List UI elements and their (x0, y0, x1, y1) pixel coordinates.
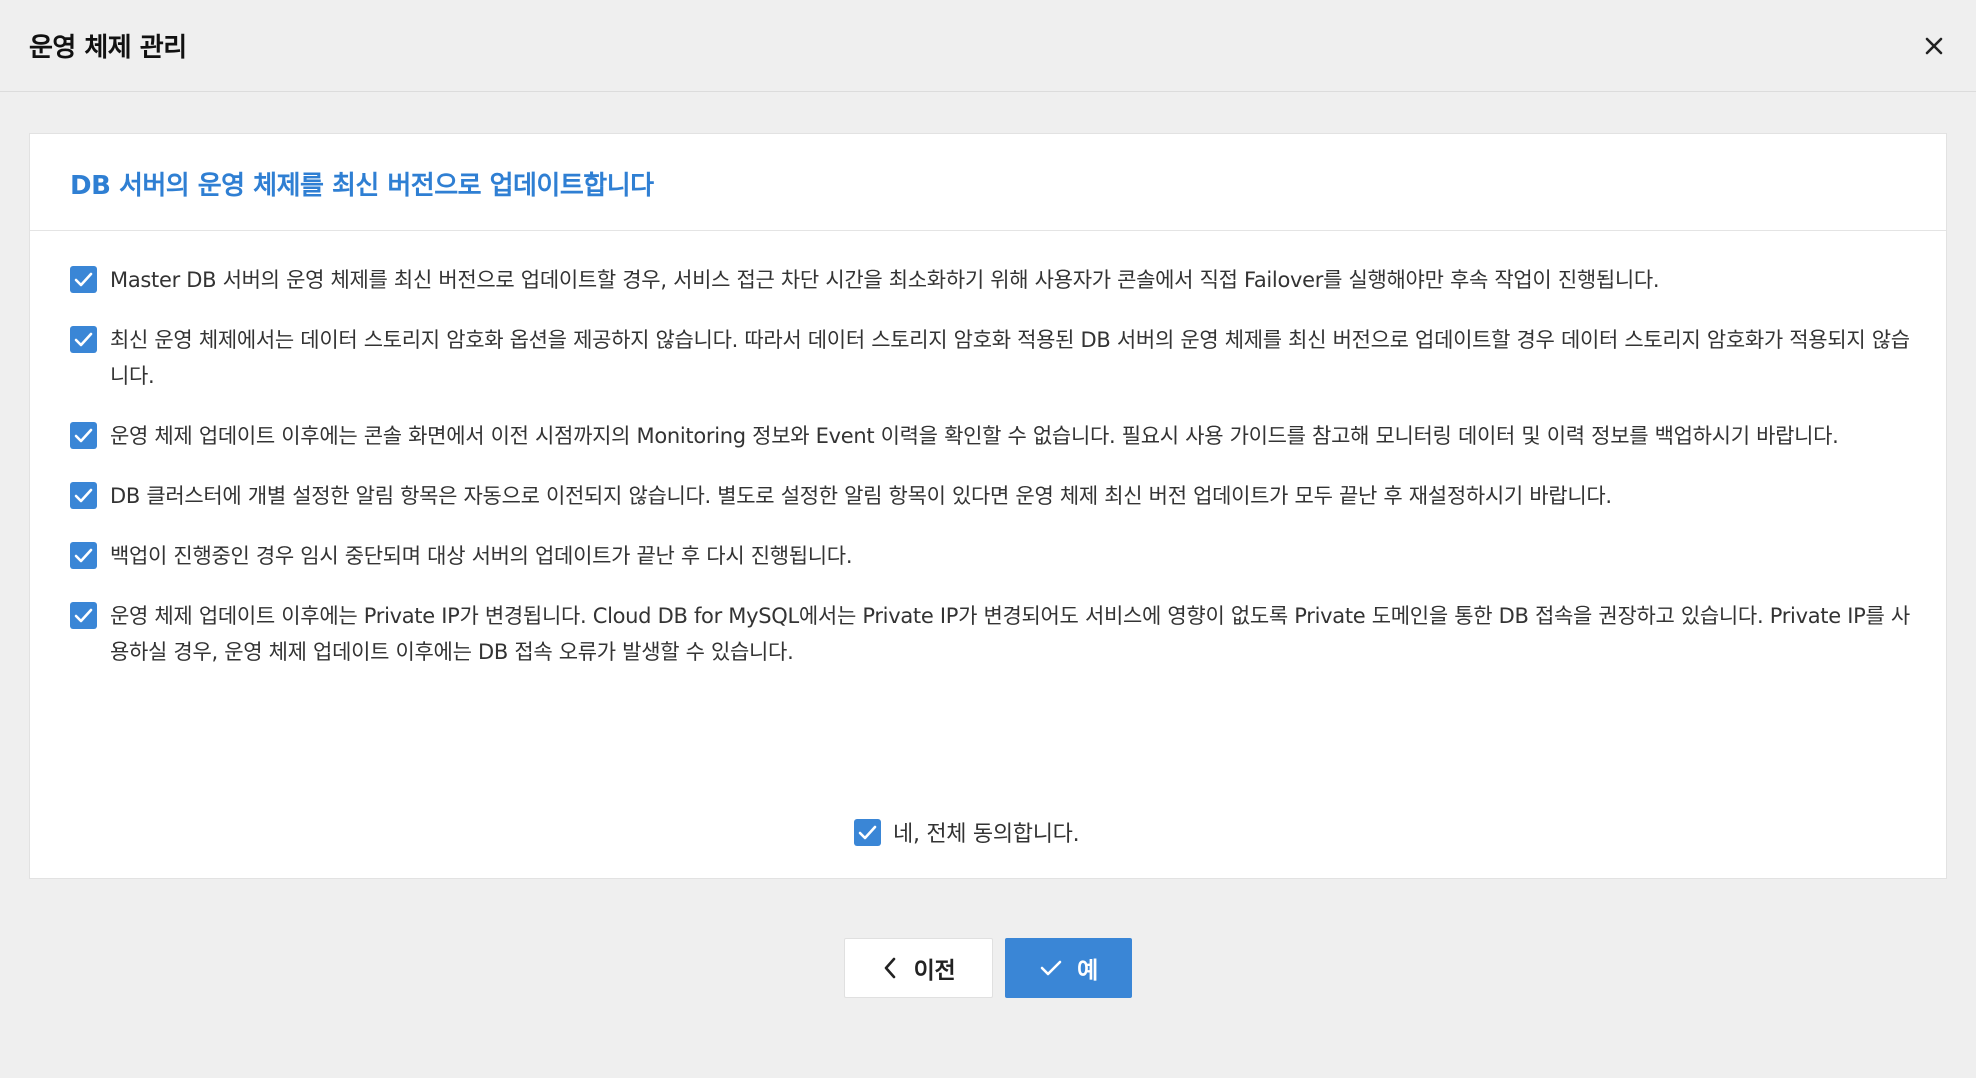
check-icon (74, 272, 93, 287)
check-icon (74, 548, 93, 563)
notice-item: 백업이 진행중인 경우 임시 중단되며 대상 서버의 업데이트가 끝난 후 다시… (70, 538, 1910, 574)
notice-text: Master DB 서버의 운영 체제를 최신 버전으로 업데이트할 경우, 서… (110, 268, 1660, 292)
notice-text: 최신 운영 체제에서는 데이터 스토리지 암호화 옵션을 제공하지 않습니다. … (110, 328, 1910, 388)
notice-text: 운영 체제 업데이트 이후에는 콘솔 화면에서 이전 시점까지의 Monitor… (110, 424, 1839, 448)
notice-item: 운영 체제 업데이트 이후에는 콘솔 화면에서 이전 시점까지의 Monitor… (70, 418, 1910, 454)
card-header: DB 서버의 운영 체제를 최신 버전으로 업데이트합니다 (30, 134, 1946, 231)
check-icon (74, 488, 93, 503)
notice-checkbox[interactable] (70, 602, 97, 629)
notice-item: 최신 운영 체제에서는 데이터 스토리지 암호화 옵션을 제공하지 않습니다. … (70, 322, 1910, 394)
confirm-button-label: 예 (1077, 958, 1098, 984)
notice-checkbox[interactable] (70, 326, 97, 353)
notice-checkbox[interactable] (70, 542, 97, 569)
notice-checkbox[interactable] (70, 266, 97, 293)
dialog-title: 운영 체제 관리 (29, 33, 187, 63)
notice-checkbox[interactable] (70, 482, 97, 509)
agree-all-option[interactable]: 네, 전체 동의합니다. (854, 814, 1080, 850)
close-button[interactable] (1916, 28, 1952, 64)
notice-text: DB 클러스터에 개별 설정한 알림 항목은 자동으로 이전되지 않습니다. 별… (110, 484, 1612, 508)
confirm-button[interactable]: 예 (1005, 938, 1132, 998)
notice-checkbox[interactable] (70, 422, 97, 449)
check-icon (74, 428, 93, 443)
previous-button-label: 이전 (913, 958, 956, 984)
notice-item: DB 클러스터에 개별 설정한 알림 항목은 자동으로 이전되지 않습니다. 별… (70, 478, 1910, 514)
notice-list: Master DB 서버의 운영 체제를 최신 버전으로 업데이트할 경우, 서… (70, 262, 1910, 694)
notice-text: 백업이 진행중인 경우 임시 중단되며 대상 서버의 업데이트가 끝난 후 다시… (110, 544, 853, 568)
close-icon (1925, 37, 1943, 55)
dialog-header: 운영 체제 관리 (0, 0, 1976, 92)
check-icon (858, 825, 877, 839)
chevron-left-icon (884, 957, 895, 979)
notice-card: DB 서버의 운영 체제를 최신 버전으로 업데이트합니다 Master DB … (29, 133, 1947, 879)
card-title: DB 서버의 운영 체제를 최신 버전으로 업데이트합니다 (70, 171, 654, 201)
agree-all-checkbox[interactable] (854, 818, 881, 846)
notice-item: Master DB 서버의 운영 체제를 최신 버전으로 업데이트할 경우, 서… (70, 262, 1910, 298)
check-icon (74, 608, 93, 623)
dialog-footer: 이전 예 (0, 938, 1976, 998)
agree-all-label: 네, 전체 동의합니다. (893, 822, 1080, 847)
check-icon (74, 332, 93, 347)
notice-text: 운영 체제 업데이트 이후에는 Private IP가 변경됩니다. Cloud… (110, 604, 1910, 664)
check-icon (1040, 960, 1062, 976)
previous-button[interactable]: 이전 (844, 938, 993, 998)
notice-item: 운영 체제 업데이트 이후에는 Private IP가 변경됩니다. Cloud… (70, 598, 1910, 670)
